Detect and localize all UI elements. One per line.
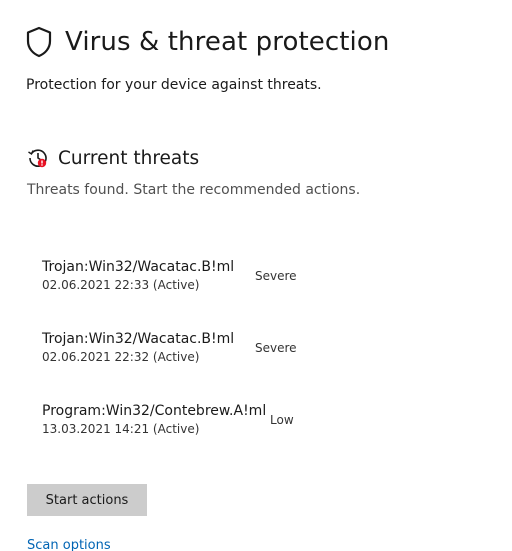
start-actions-button[interactable]: Start actions [27, 484, 147, 516]
threat-severity: Low [270, 413, 294, 427]
threat-item[interactable]: Program:Win32/Contebrew.A!ml 13.03.2021 … [42, 403, 266, 436]
shield-icon [25, 26, 53, 58]
threat-detected-date: 13.03.2021 14:21 (Active) [42, 422, 200, 436]
page-title: Virus & threat protection [65, 27, 390, 57]
current-threats-description: Threats found. Start the recommended act… [27, 182, 361, 198]
virus-threat-protection-page: Virus & threat protection Protection for… [0, 0, 512, 551]
threat-detected-date: 02.06.2021 22:32 (Active) [42, 350, 200, 364]
threat-severity: Severe [255, 269, 297, 283]
threat-item[interactable]: Trojan:Win32/Wacatac.B!ml 02.06.2021 22:… [42, 331, 234, 364]
threat-item[interactable]: Trojan:Win32/Wacatac.B!ml 02.06.2021 22:… [42, 259, 234, 292]
threat-severity: Severe [255, 341, 297, 355]
page-subtitle: Protection for your device against threa… [26, 77, 322, 93]
current-threats-title: Current threats [58, 147, 200, 169]
page-header: Virus & threat protection [25, 26, 389, 58]
threat-detected-date: 02.06.2021 22:33 (Active) [42, 278, 200, 292]
scan-options-link[interactable]: Scan options [27, 538, 111, 551]
current-threats-header: Current threats [27, 147, 199, 169]
threat-name: Trojan:Win32/Wacatac.B!ml [42, 331, 235, 347]
threat-name: Program:Win32/Contebrew.A!ml [42, 403, 267, 419]
threat-name: Trojan:Win32/Wacatac.B!ml [42, 259, 235, 275]
threat-history-icon [27, 147, 49, 169]
